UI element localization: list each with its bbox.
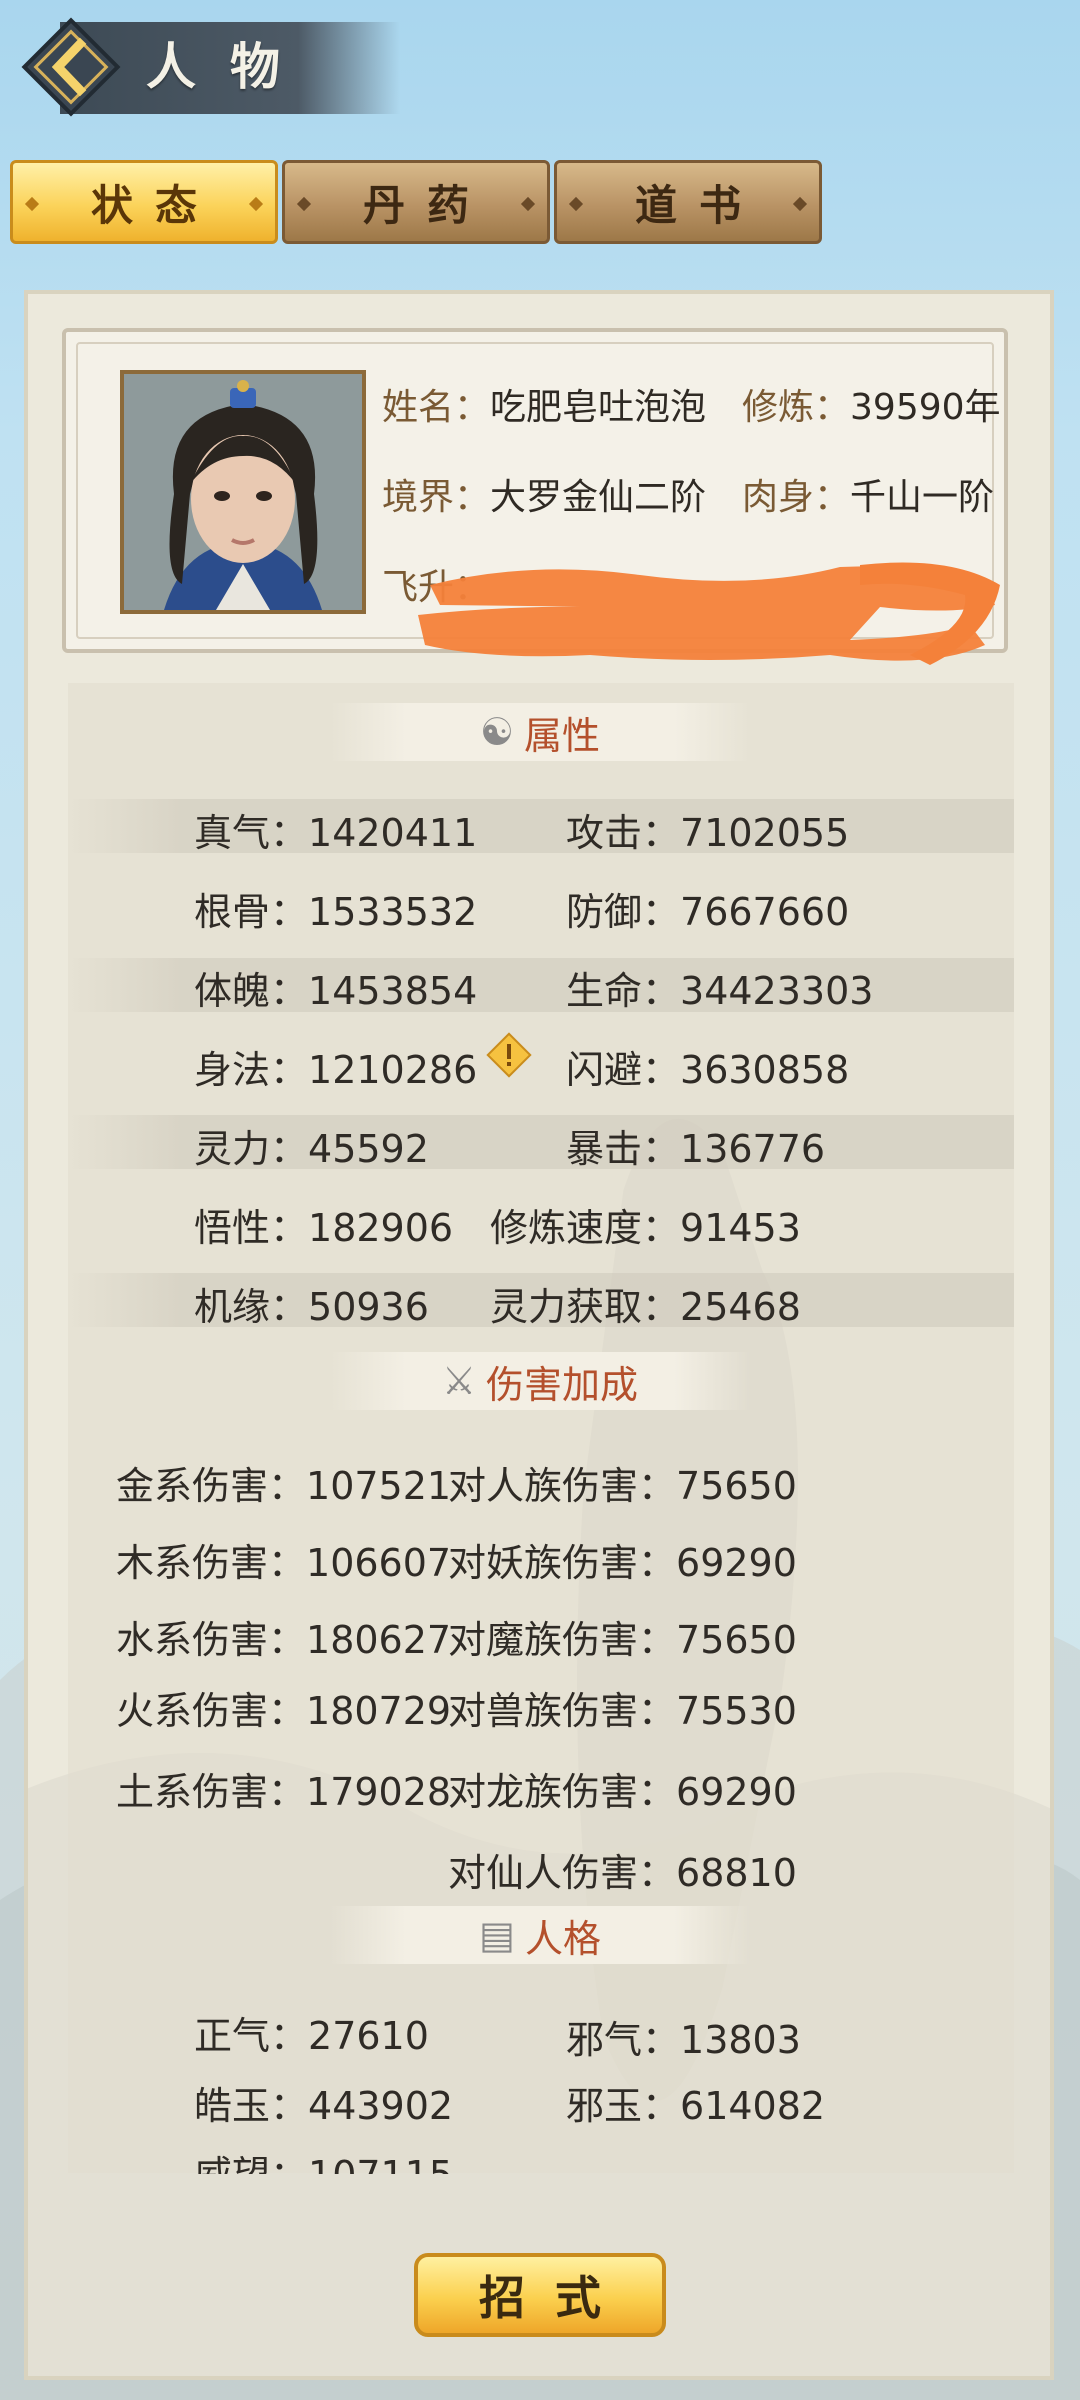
tab-label: 状态 (90, 180, 219, 230)
stat-vs-beast-damage: 对兽族伤害：75530 (448, 1689, 797, 1733)
warning-icon[interactable] (486, 1032, 532, 1078)
stat-bone: 根骨：1533532 (194, 890, 478, 934)
cultivation-value: 39590年 (850, 387, 1001, 428)
stat-earth-damage: 土系伤害：179028 (116, 1770, 452, 1814)
section-title-personality: ▤ 人格 (330, 1906, 750, 1964)
diamond-icon (296, 196, 312, 212)
stat-vs-immortal-damage: 对仙人伤害：68810 (448, 1851, 797, 1895)
name-value: 吃肥皂吐泡泡 (490, 387, 707, 428)
skills-button-label: 招式 (479, 2271, 631, 2325)
character-avatar (120, 370, 366, 614)
yin-yang-icon: ☯ (479, 710, 515, 754)
section-label: 属性 (524, 713, 601, 758)
diamond-icon (792, 196, 808, 212)
tab-label: 道书 (634, 180, 763, 230)
stat-crit: 暴击：136776 (566, 1127, 826, 1171)
stat-evil: 邪气：13803 (566, 2018, 801, 2062)
stat-water-damage: 水系伤害：180627 (116, 1618, 452, 1662)
stat-evil-jade: 邪玉：614082 (566, 2084, 826, 2128)
stat-vs-dragon-damage: 对龙族伤害：69290 (448, 1770, 797, 1814)
body-value: 千山一阶 (850, 477, 995, 518)
stat-vs-devil-damage: 对魔族伤害：75650 (448, 1618, 797, 1662)
stat-dodge: 闪避：3630858 (566, 1048, 850, 1092)
stat-metal-damage: 金系伤害：107521 (116, 1464, 452, 1508)
profile-name: 姓名：吃肥皂吐泡泡 (382, 378, 706, 430)
stat-cultivation-speed: 修炼速度：91453 (490, 1206, 801, 1250)
redaction-scribble (418, 562, 1000, 665)
stat-agility: 身法：1210286 (194, 1048, 478, 1092)
crossed-swords-icon: ⚔ (441, 1359, 477, 1403)
stat-spirit-power: 灵力：45592 (194, 1127, 429, 1171)
section-label: 伤害加成 (486, 1362, 639, 1407)
diamond-icon (248, 196, 264, 212)
profile-realm: 境界：大罗金仙二阶 (382, 468, 706, 520)
stat-comprehension: 悟性：182906 (194, 1206, 454, 1250)
cultivation-label: 修炼： (742, 387, 851, 428)
stat-spirit-gain: 灵力获取：25468 (490, 1285, 801, 1329)
stat-prestige: 威望：107115 (194, 2144, 453, 2174)
profile-body: 肉身：千山一阶 (742, 468, 994, 520)
tab-status[interactable]: 状态 (10, 160, 278, 244)
stat-righteous: 正气：27610 (194, 2014, 429, 2058)
avatar-portrait (124, 374, 362, 610)
realm-value: 大罗金仙二阶 (490, 477, 707, 518)
section-label: 人格 (524, 1916, 601, 1961)
name-label: 姓名： (382, 387, 491, 428)
diamond-icon (520, 196, 536, 212)
body-label: 肉身： (742, 477, 851, 518)
diamond-icon (24, 196, 40, 212)
stat-true-qi: 真气：1420411 (194, 811, 478, 855)
stat-defense: 防御：7667660 (566, 890, 850, 934)
section-title-damage: ⚔ 伤害加成 (330, 1352, 750, 1410)
chevron-left-icon[interactable] (16, 12, 126, 122)
tab-elixir[interactable]: 丹药 (282, 160, 550, 244)
scroll-clip: 威望：107115 (68, 2140, 1014, 2174)
stat-physique: 体魄：1453854 (194, 969, 478, 1013)
stat-wood-damage: 木系伤害：106607 (116, 1541, 452, 1585)
diamond-icon (568, 196, 584, 212)
stat-vs-human-damage: 对人族伤害：75650 (448, 1464, 797, 1508)
stat-vs-demon-damage: 对妖族伤害：69290 (448, 1541, 797, 1585)
page-title: 人物 (146, 37, 314, 96)
tab-label: 丹药 (362, 180, 491, 230)
profile-cultivation: 修炼：39590年 (742, 378, 1001, 430)
tab-daoist-books[interactable]: 道书 (554, 160, 822, 244)
scroll-icon: ▤ (479, 1913, 515, 1957)
stat-fire-damage: 火系伤害：180729 (116, 1689, 452, 1733)
header: 人物 (0, 0, 1080, 150)
realm-label: 境界： (382, 477, 491, 518)
skills-button[interactable]: 招式 (414, 2253, 666, 2337)
stat-life: 生命：34423303 (566, 969, 874, 1013)
section-title-attributes: ☯ 属性 (330, 703, 750, 761)
stat-bright-jade: 皓玉：443902 (194, 2084, 454, 2128)
stat-fortune: 机缘：50936 (194, 1285, 429, 1329)
stat-attack: 攻击：7102055 (566, 811, 850, 855)
